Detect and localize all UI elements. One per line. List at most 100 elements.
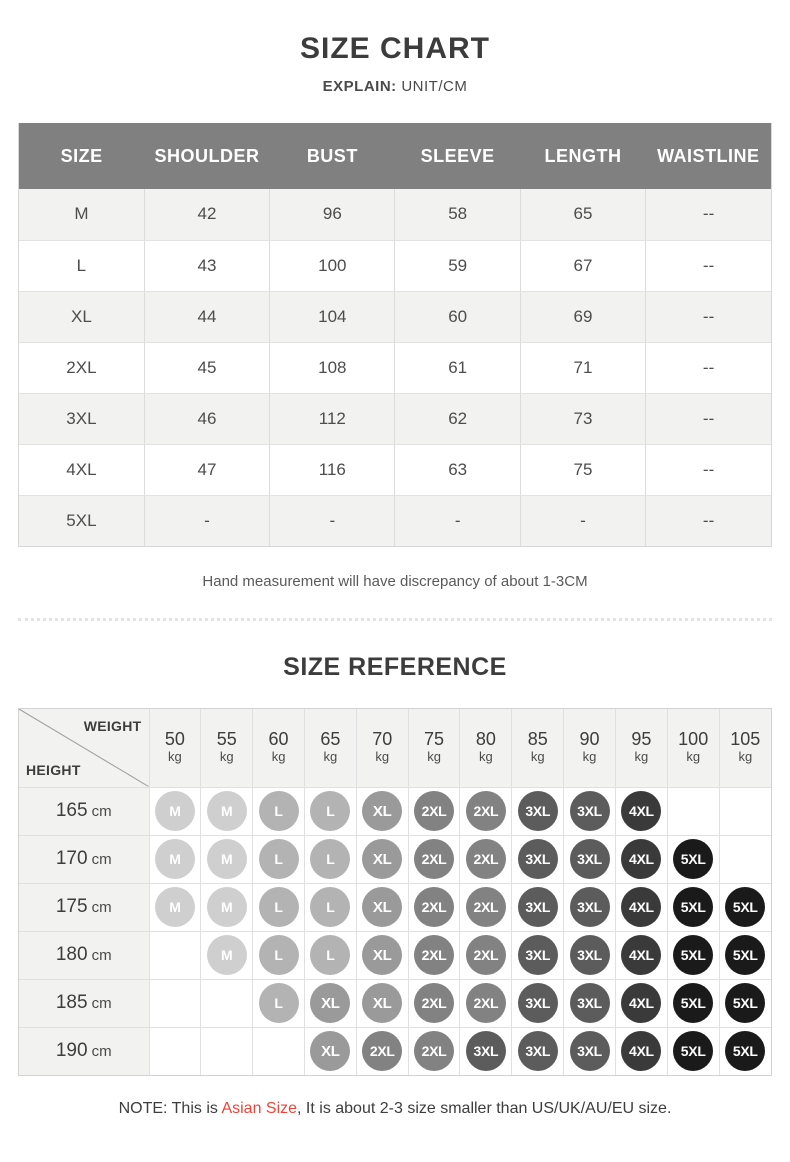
- size-bubble-m: M: [206, 839, 247, 879]
- cell-bust: 108: [269, 342, 396, 394]
- size-reference-cell: 2XL: [408, 931, 461, 980]
- cell-shoulder: 47: [144, 444, 271, 496]
- hand-measurement-note: Hand measurement will have discrepancy o…: [202, 573, 588, 590]
- size-bubble-4xl: 4XL: [621, 935, 662, 975]
- cell-shoulder: 42: [144, 189, 271, 241]
- size-reference-cell: [667, 787, 720, 836]
- weight-unit: kg: [686, 749, 701, 765]
- size-bubble-m: M: [206, 791, 247, 831]
- height-value: 175: [55, 896, 88, 917]
- table-row: 3XL 46 112 62 73 --: [19, 393, 771, 445]
- weight-header-75: 75 kg: [408, 709, 461, 788]
- size-reference-cell: [719, 787, 771, 836]
- weight-unit: kg: [271, 749, 286, 765]
- size-reference-cell: L: [252, 931, 305, 980]
- weight-value: 90: [579, 729, 600, 750]
- size-reference-cell: L: [304, 883, 357, 932]
- size-reference-cell: 3XL: [511, 835, 565, 884]
- size-bubble-3xl: 3XL: [517, 839, 558, 879]
- size-reference-cell: 5XL: [667, 979, 720, 1028]
- size-reference-cell: 2XL: [459, 883, 513, 932]
- size-reference-cell: 2XL: [459, 835, 513, 884]
- size-reference-cell: XL: [356, 931, 409, 980]
- size-reference-cell: 2XL: [408, 787, 461, 836]
- size-reference-cell: 2XL: [408, 883, 461, 932]
- size-bubble-l: L: [310, 935, 351, 975]
- size-reference-cell: 4XL: [615, 883, 668, 932]
- asian-size-note: NOTE: This is Asian Size, It is about 2-…: [0, 1076, 790, 1118]
- cell-size: 3XL: [19, 393, 145, 445]
- size-bubble-2xl: 2XL: [465, 839, 506, 879]
- size-bubble-2xl: 2XL: [414, 839, 455, 879]
- cell-waistline: --: [645, 240, 771, 292]
- size-reference-cell: [252, 1027, 305, 1075]
- weight-unit: kg: [634, 749, 649, 765]
- size-bubble-2xl: 2XL: [465, 887, 506, 927]
- size-bubble-xl: XL: [362, 791, 403, 831]
- size-reference-cell: 2XL: [459, 787, 513, 836]
- weight-value: 80: [475, 729, 496, 750]
- size-reference-cell: L: [252, 883, 305, 932]
- size-chart-col-length: LENGTH: [520, 123, 646, 189]
- cell-bust: 96: [269, 189, 396, 241]
- size-reference-cell: 5XL: [667, 1027, 720, 1075]
- size-reference-cell: 3XL: [563, 931, 616, 980]
- cell-size: 4XL: [19, 444, 145, 496]
- size-reference-cell: XL: [356, 835, 409, 884]
- size-chart-head: SIZE SHOULDER BUST SLEEVE LENGTH WAISTLINE: [19, 123, 771, 189]
- size-reference-cell: M: [200, 931, 254, 980]
- weight-value: 85: [527, 729, 548, 750]
- size-reference-head: WEIGHT HEIGHT 50 kg 55 kg 60 kg 65 kg 70 kg 75 kg 80…: [19, 709, 771, 788]
- cell-bust: -: [269, 495, 396, 546]
- size-reference-cell: 4XL: [615, 979, 668, 1028]
- size-chart-header-row: SIZE SHOULDER BUST SLEEVE LENGTH WAISTLINE: [19, 123, 771, 189]
- size-reference-cell: [149, 931, 202, 980]
- table-row: XL 44 104 60 69 --: [19, 291, 771, 343]
- weight-value: 65: [320, 729, 341, 750]
- weight-unit: kg: [168, 749, 182, 765]
- size-bubble-xl: XL: [310, 983, 351, 1023]
- size-reference-cell: 2XL: [459, 979, 513, 1028]
- cell-sleeve: 61: [394, 342, 521, 394]
- weight-value: 100: [678, 729, 709, 750]
- size-bubble-3xl: 3XL: [569, 887, 610, 927]
- size-reference-cell: 5XL: [719, 883, 771, 932]
- size-bubble-3xl: 3XL: [517, 1031, 558, 1072]
- size-bubble-3xl: 3XL: [569, 983, 610, 1023]
- cell-bust: 116: [269, 444, 396, 496]
- size-reference-body: 165 cm M M L L XL 2XL 2XL 3XL 3XL 4XL 170 cm M M L L XL 2…: [19, 787, 771, 1075]
- size-reference-cell: 3XL: [563, 787, 616, 836]
- size-reference-cell: 5XL: [719, 979, 771, 1028]
- size-reference-title: SIZE REFERENCE: [283, 653, 507, 681]
- size-reference-cell: L: [304, 835, 357, 884]
- weight-unit: kg: [738, 749, 753, 765]
- page-title: SIZE CHART: [300, 32, 490, 65]
- cell-length: 71: [520, 342, 647, 394]
- size-bubble-xl: XL: [310, 1031, 351, 1072]
- table-row: 4XL 47 116 63 75 --: [19, 444, 771, 496]
- weight-header-105: 105 kg: [719, 709, 771, 788]
- size-bubble-4xl: 4XL: [621, 1031, 662, 1072]
- size-reference-cell: 4XL: [615, 1027, 668, 1075]
- size-reference-cell: L: [252, 835, 305, 884]
- size-reference-cell: XL: [304, 979, 357, 1028]
- size-reference-cell: 3XL: [459, 1027, 513, 1075]
- size-reference-cell: 3XL: [511, 787, 565, 836]
- cell-sleeve: -: [394, 495, 521, 546]
- size-bubble-5xl: 5XL: [673, 839, 714, 879]
- size-chart-col-size: SIZE: [19, 123, 145, 189]
- size-bubble-l: L: [258, 791, 299, 831]
- size-bubble-3xl: 3XL: [517, 791, 558, 831]
- cell-size: 5XL: [19, 495, 145, 546]
- size-reference-cell: 4XL: [615, 931, 668, 980]
- weight-unit: kg: [479, 749, 493, 765]
- size-reference-cell: 2XL: [408, 979, 461, 1028]
- cell-length: 65: [520, 189, 647, 241]
- size-reference-cell: 3XL: [511, 883, 565, 932]
- size-reference-cell: 3XL: [511, 979, 565, 1028]
- size-reference-header-row: WEIGHT HEIGHT 50 kg 55 kg 60 kg 65 kg 70 kg 75 kg 80…: [19, 709, 771, 788]
- weight-header-85: 85 kg: [511, 709, 565, 788]
- weight-header-100: 100 kg: [667, 709, 720, 788]
- size-bubble-5xl: 5XL: [725, 1031, 766, 1072]
- weight-unit: kg: [375, 749, 390, 765]
